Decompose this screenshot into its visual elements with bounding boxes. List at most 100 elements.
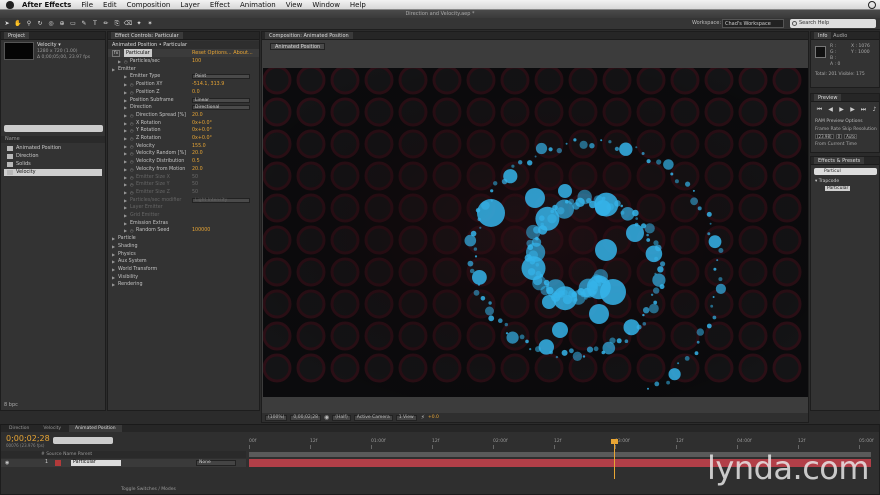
exposure-value[interactable]: +0.0 — [428, 415, 439, 420]
disclosure-triangle-icon[interactable]: ▶ — [118, 58, 121, 65]
disclosure-triangle-icon[interactable]: ▶ — [124, 189, 127, 196]
disclosure-triangle-icon[interactable]: ▶ — [124, 112, 127, 119]
effect-param-row[interactable]: ▶ Position Z ◷ 0.0 — [108, 89, 259, 96]
effect-param-value[interactable]: 100 — [192, 58, 201, 65]
stopwatch-icon[interactable]: ◷ — [130, 166, 134, 173]
stopwatch-icon[interactable]: ◷ — [124, 58, 128, 65]
menu-layer[interactable]: Layer — [180, 1, 200, 9]
effect-param-value[interactable]: 0x+0.0° — [192, 127, 212, 134]
disclosure-triangle-icon[interactable]: ▶ — [112, 251, 115, 258]
disclosure-triangle-icon[interactable]: ▶ — [112, 274, 115, 281]
effect-param-row[interactable]: ▶ Particle — [108, 235, 259, 242]
frame-rate-field[interactable]: (23.98) — [815, 134, 834, 139]
app-menu[interactable]: After Effects — [22, 1, 71, 9]
disclosure-triangle-icon[interactable]: ▶ — [124, 174, 127, 181]
stopwatch-icon[interactable]: ◷ — [130, 227, 134, 234]
stopwatch-icon[interactable]: ◷ — [130, 89, 134, 96]
frame-rate-field[interactable]: 0 — [835, 134, 843, 139]
effect-param-dropdown[interactable]: Point — [192, 74, 250, 80]
project-item[interactable]: Solids — [4, 161, 102, 168]
effect-param-row[interactable]: ▶ Direction Spread [%] ◷ 20.0 — [108, 112, 259, 119]
effect-options-links[interactable]: Reset Options... About... — [192, 49, 253, 57]
selection-tool-icon[interactable]: ➤ — [3, 20, 11, 28]
tab-audio[interactable]: Audio — [833, 33, 847, 39]
text-tool-icon[interactable]: T — [91, 20, 99, 28]
camera-tool-icon[interactable]: ◎ — [47, 20, 55, 28]
preset-item-particular[interactable]: Particular — [825, 186, 851, 191]
effect-param-row[interactable]: ▶ Z Rotation ◷ 0x+0.0° — [108, 135, 259, 142]
timeline-search-input[interactable] — [53, 437, 113, 444]
audio-icon[interactable]: ♪ — [870, 106, 879, 114]
first-frame-icon[interactable]: ⏮ — [815, 106, 824, 114]
disclosure-triangle-icon[interactable]: ▶ — [112, 281, 115, 288]
disclosure-triangle-icon[interactable]: ▶ — [124, 97, 127, 104]
menu-file[interactable]: File — [81, 1, 93, 9]
effect-param-row[interactable]: ▶ Y Rotation ◷ 0x+0.0° — [108, 127, 259, 134]
effect-param-row[interactable]: ▶ Random Seed ◷ 100000 — [108, 227, 259, 234]
tab-composition[interactable]: Composition: Animated Position — [265, 32, 353, 39]
views-dropdown[interactable]: 1 View — [395, 414, 417, 421]
effect-param-row[interactable]: ▶ Velocity Random [%] ◷ 20.0 — [108, 150, 259, 157]
effect-param-value[interactable]: 155.0 — [192, 143, 206, 150]
project-list-header[interactable]: Name — [1, 136, 105, 143]
stopwatch-icon[interactable]: ◷ — [130, 181, 134, 188]
disclosure-triangle-icon[interactable]: ▶ — [124, 227, 127, 234]
menu-window[interactable]: Window — [312, 1, 340, 9]
disclosure-triangle-icon[interactable]: ▶ — [112, 266, 115, 273]
project-item[interactable]: Animated Position — [4, 145, 102, 152]
camera-dropdown[interactable]: Active Camera — [353, 414, 393, 421]
effect-param-row[interactable]: ▶ Emitter Type Point — [108, 73, 259, 80]
disclosure-triangle-icon[interactable]: ▶ — [124, 143, 127, 150]
timeline-timecode[interactable]: 0;00;02;28 — [6, 434, 50, 443]
rectangle-tool-icon[interactable]: ▭ — [69, 20, 77, 28]
effect-param-value[interactable]: 50 — [192, 181, 198, 188]
disclosure-triangle-icon[interactable]: ▶ — [124, 135, 127, 142]
disclosure-triangle-icon[interactable]: ▶ — [112, 66, 115, 73]
disclosure-triangle-icon[interactable]: ▶ — [124, 127, 127, 134]
preset-category-trapcode[interactable]: ▾ Trapcode — [815, 179, 839, 184]
disclosure-triangle-icon[interactable]: ▶ — [124, 150, 127, 157]
effect-param-row[interactable]: ▶ Particles/sec modifier Light Intensity — [108, 197, 259, 204]
effect-param-row[interactable]: ▶ X Rotation ◷ 0x+0.0° — [108, 120, 259, 127]
disclosure-triangle-icon[interactable]: ▶ — [124, 81, 127, 88]
effect-param-row[interactable]: ▶ Emitter Size Z ◷ 50 — [108, 189, 259, 196]
stopwatch-icon[interactable]: ◷ — [130, 174, 134, 181]
eraser-tool-icon[interactable]: ⌫ — [124, 20, 132, 28]
effect-param-value[interactable]: -514.1, 313.9 — [192, 81, 224, 88]
effect-param-row[interactable]: ▶ Particles/sec ◷ 100 — [108, 58, 259, 65]
comp-subtab[interactable]: Animated Position — [270, 43, 326, 50]
effect-param-value[interactable]: 0.0 — [192, 89, 200, 96]
effect-param-row[interactable]: ▶ Rendering — [108, 281, 259, 288]
effect-param-dropdown[interactable]: Linear — [192, 97, 250, 103]
workspace-dropdown[interactable]: Chad's Workspace — [722, 19, 784, 28]
effect-param-value[interactable]: 20.0 — [192, 112, 203, 119]
disclosure-triangle-icon[interactable]: ▶ — [124, 166, 127, 173]
effect-param-value[interactable]: 0.5 — [192, 158, 200, 165]
stopwatch-icon[interactable]: ◷ — [130, 158, 134, 165]
hand-tool-icon[interactable]: ✋ — [14, 20, 22, 28]
effect-param-row[interactable]: ▶ Grid Emitter — [108, 212, 259, 219]
effect-param-row[interactable]: ▶ Position XY ◷ -514.1, 313.9 — [108, 81, 259, 88]
pan-behind-tool-icon[interactable]: ⊕ — [58, 20, 66, 28]
effect-param-row[interactable]: ▶ Velocity ◷ 155.0 — [108, 143, 259, 150]
snapshot-icon[interactable]: ◉ — [324, 414, 329, 421]
puppet-tool-icon[interactable]: ✶ — [146, 20, 154, 28]
project-search-input[interactable] — [4, 125, 103, 132]
toggle-switches-modes[interactable]: Toggle Switches / Modes — [121, 487, 176, 492]
effect-param-row[interactable]: ▶ Emitter Size X ◷ 50 — [108, 174, 259, 181]
timeline-tab[interactable]: Velocity — [37, 425, 67, 432]
effect-param-row[interactable]: ▶ Direction Directional — [108, 104, 259, 111]
timeline-tab[interactable]: Direction — [3, 425, 35, 432]
menu-effect[interactable]: Effect — [210, 1, 230, 9]
disclosure-triangle-icon[interactable]: ▶ — [124, 73, 127, 80]
disclosure-triangle-icon[interactable]: ▶ — [112, 243, 115, 250]
zoom-dropdown[interactable]: (100%) — [265, 414, 288, 421]
comp-viewer[interactable] — [263, 68, 808, 397]
disclosure-triangle-icon[interactable]: ▶ — [124, 212, 127, 219]
pen-tool-icon[interactable]: ✎ — [80, 20, 88, 28]
layer-name[interactable]: Particular — [71, 460, 121, 466]
fast-previews-icon[interactable]: ⚡ — [421, 414, 425, 421]
menu-composition[interactable]: Composition — [127, 1, 171, 9]
project-item[interactable]: Direction — [4, 153, 102, 160]
effect-param-row[interactable]: ▶ World Transform — [108, 266, 259, 273]
